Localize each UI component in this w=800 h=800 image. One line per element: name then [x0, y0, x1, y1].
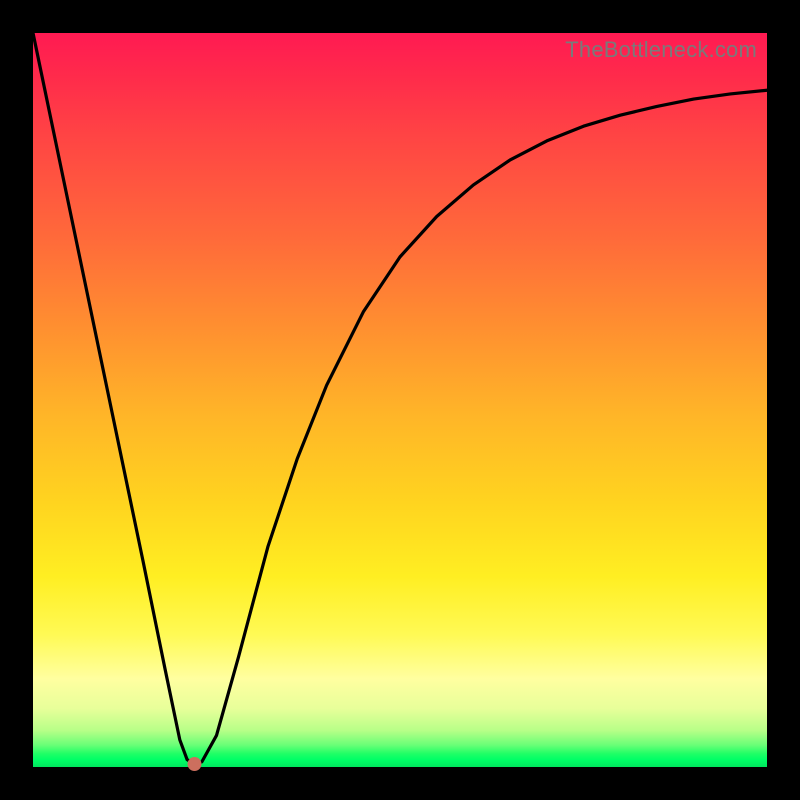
chart-frame: TheBottleneck.com [0, 0, 800, 800]
bottleneck-curve-path [33, 33, 767, 764]
chart-plot-area: TheBottleneck.com [33, 33, 767, 767]
chart-svg [33, 33, 767, 767]
minimum-marker [187, 757, 201, 771]
